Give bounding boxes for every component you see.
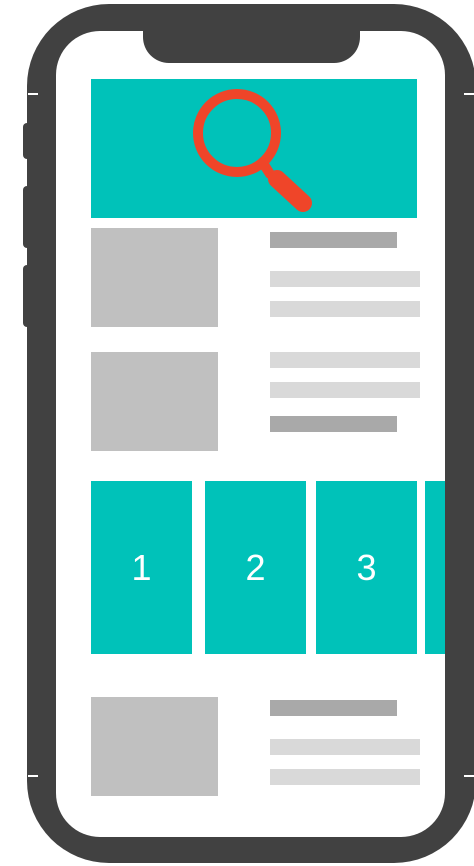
search-banner[interactable] — [91, 79, 417, 218]
search-icon[interactable] — [91, 79, 417, 218]
list-item-title-placeholder — [270, 416, 397, 432]
list-item-text-placeholder — [270, 352, 420, 368]
list-item-text-placeholder — [270, 271, 420, 287]
list-item-text-placeholder — [270, 382, 420, 398]
list-item-text-placeholder — [270, 739, 420, 755]
list-item-title-placeholder — [270, 232, 397, 248]
carousel-card-4-partial[interactable] — [425, 481, 445, 654]
side-button-volume-up — [23, 186, 31, 248]
phone-notch — [143, 20, 360, 63]
carousel-card-2[interactable]: 2 — [205, 481, 306, 654]
edge-tick — [464, 93, 474, 95]
carousel-card-label: 2 — [245, 546, 266, 588]
list-item-thumbnail — [91, 697, 218, 796]
list-item-thumbnail — [91, 228, 218, 327]
carousel-card-1[interactable]: 1 — [91, 481, 192, 654]
edge-tick — [28, 93, 38, 95]
list-item-thumbnail — [91, 352, 218, 451]
carousel-card-label: 1 — [131, 546, 152, 588]
list-item-title-placeholder — [270, 700, 397, 716]
side-button-volume-down — [23, 265, 31, 327]
carousel-card-3[interactable]: 3 — [316, 481, 417, 654]
edge-tick — [28, 775, 38, 777]
edge-tick — [464, 775, 474, 777]
list-item-text-placeholder — [270, 769, 420, 785]
carousel-card-label: 3 — [356, 546, 377, 588]
side-button-silent — [23, 123, 31, 159]
list-item-text-placeholder — [270, 301, 420, 317]
